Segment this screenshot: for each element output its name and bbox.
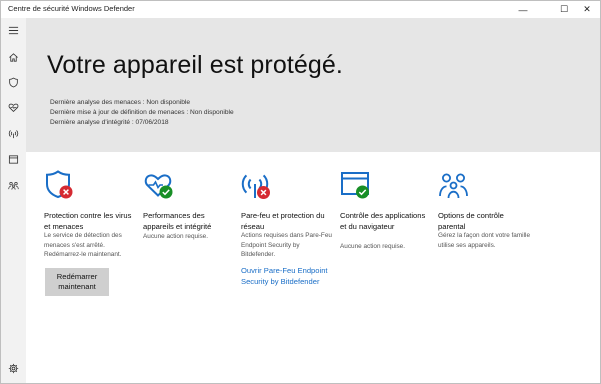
family-icon: [438, 169, 470, 201]
app-window: Centre de sécurité Windows Defender — ☐ …: [0, 0, 601, 384]
wireless-error-icon: [241, 169, 273, 201]
family-icon[interactable]: [6, 178, 21, 193]
card-description: Le service de détection des menaces s'es…: [44, 232, 122, 258]
card-title: Pare-feu et protection du réseau: [241, 211, 325, 231]
gear-icon[interactable]: [6, 361, 21, 376]
card-description: Gérez la façon dont votre famille utilis…: [438, 232, 530, 249]
close-button[interactable]: ✕: [573, 1, 601, 18]
card-title: Performances des appareils et intégrité: [143, 211, 212, 231]
card-title: Contrôle des applications et du navigate…: [340, 211, 426, 231]
last-health-scan: Dernière analyse d'intégrité : 07/06/201…: [50, 119, 169, 126]
app-browser-icon[interactable]: [6, 152, 21, 167]
home-icon[interactable]: [6, 50, 21, 65]
status-hero: Votre appareil est protégé. Dernière ana…: [26, 18, 600, 152]
open-firewall-link[interactable]: Ouvrir Pare-Feu Endpoint Security by Bit…: [241, 265, 333, 287]
card-title: Protection contre les virus et menaces: [44, 211, 132, 231]
wireless-icon[interactable]: [6, 126, 21, 141]
restart-now-button[interactable]: Redémarrer maintenant: [45, 268, 109, 296]
card-description: Aucune action requise.: [143, 233, 209, 240]
shield-icon[interactable]: [6, 75, 21, 90]
heart-ok-icon: [143, 169, 175, 201]
page-title: Votre appareil est protégé.: [47, 51, 343, 79]
last-definition-update: Dernière mise à jour de définition de me…: [50, 109, 234, 116]
card-description: Actions requises dans Pare-Feu Endpoint …: [241, 232, 332, 258]
title-bar: Centre de sécurité Windows Defender — ☐ …: [1, 1, 600, 18]
browser-ok-icon: [340, 169, 372, 201]
hamburger-menu-icon[interactable]: [6, 23, 21, 38]
last-threat-scan: Dernière analyse des menaces : Non dispo…: [50, 99, 191, 106]
shield-error-icon: [44, 169, 76, 201]
heart-icon[interactable]: [6, 100, 21, 115]
minimize-button[interactable]: —: [509, 1, 537, 18]
sidebar: [1, 18, 26, 383]
card-title: Options de contrôle parental: [438, 211, 504, 231]
window-title: Centre de sécurité Windows Defender: [8, 4, 135, 13]
card-description: Aucune action requise.: [340, 243, 406, 250]
